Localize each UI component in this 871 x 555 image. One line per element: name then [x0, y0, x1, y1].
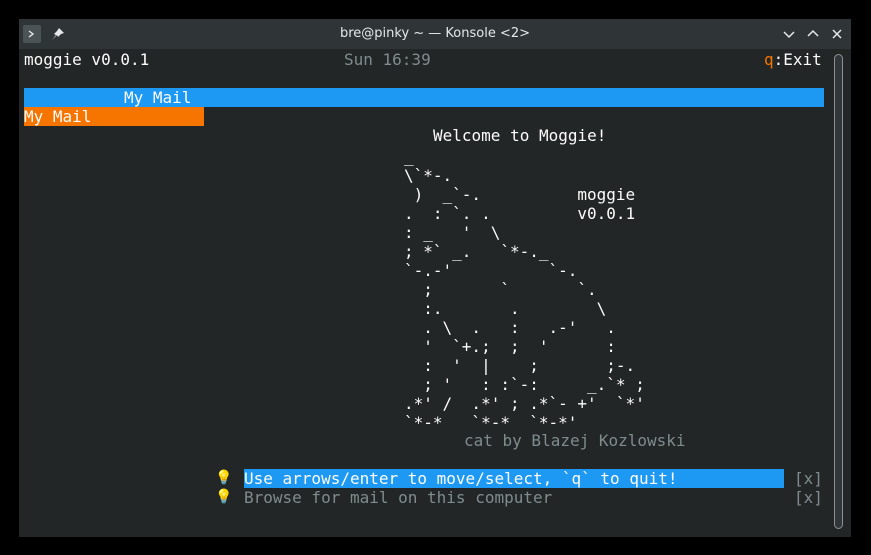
sidebar-item-my-mail[interactable]: My Mail — [24, 107, 204, 126]
exit-hint[interactable]: q:Exit — [764, 50, 822, 69]
exit-key: q — [764, 50, 774, 69]
maximize-button[interactable] — [802, 24, 824, 44]
art-credit: cat by Blazej Kozlowski — [464, 431, 686, 450]
app-version: moggie v0.0.1 — [24, 50, 150, 69]
welcome-title: Welcome to Moggie! — [433, 126, 607, 145]
title-bar: bre@pinky ~ — Konsole <2> — [19, 19, 851, 49]
konsole-window: bre@pinky ~ — Konsole <2> moggie v0.0.1 … — [19, 19, 851, 537]
cat-ascii-art: _ \`*-. ) _`-. moggie . : `. . v0.0.1 : … — [404, 147, 645, 432]
hint-text[interactable]: Use arrows/enter to move/select, `q` to … — [244, 469, 677, 488]
chevron-down-icon — [783, 31, 795, 39]
hint-text[interactable]: Browse for mail on this computer — [244, 488, 552, 507]
window-title: bre@pinky ~ — Konsole <2> — [339, 26, 531, 41]
close-icon — [832, 29, 842, 39]
dismiss-button[interactable]: [x] — [794, 469, 823, 488]
pane-header-title: My Mail — [124, 88, 192, 107]
terminal-area[interactable]: moggie v0.0.1 Sun 16:39 q:Exit My Mail M… — [19, 49, 851, 537]
minimize-button[interactable] — [778, 24, 800, 44]
exit-label: :Exit — [773, 50, 822, 69]
lightbulb-icon: 💡 — [215, 489, 233, 505]
pane-header-bar: My Mail — [24, 88, 824, 107]
close-button[interactable] — [826, 24, 848, 44]
sidebar-item-label: My Mail — [24, 107, 92, 126]
dismiss-button[interactable]: [x] — [794, 488, 823, 507]
lightbulb-icon: 💡 — [215, 470, 233, 486]
chevron-up-icon — [807, 29, 819, 37]
scrollbar[interactable] — [834, 54, 843, 529]
clock: Sun 16:39 — [344, 50, 431, 69]
